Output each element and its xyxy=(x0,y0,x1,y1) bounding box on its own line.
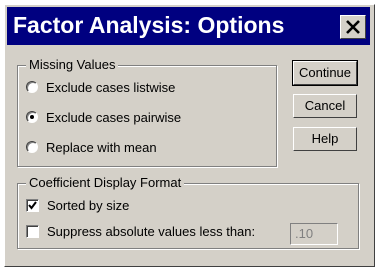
radio-exclude-pairwise[interactable]: Exclude cases pairwise xyxy=(26,108,181,126)
coefficient-format-legend: Coefficient Display Format xyxy=(26,176,185,190)
options-dialog: Factor Analysis: Options Missing Values … xyxy=(4,4,375,267)
radio-exclude-pairwise-label: Exclude cases pairwise xyxy=(46,109,182,125)
help-button[interactable]: Help xyxy=(293,127,357,151)
title-bar[interactable]: Factor Analysis: Options xyxy=(7,7,370,45)
sorted-by-size-label: Sorted by size xyxy=(47,197,130,213)
continue-button[interactable]: Continue xyxy=(292,60,358,86)
radio-replace-mean[interactable]: Replace with mean xyxy=(26,138,157,156)
checkbox-unchecked-icon[interactable] xyxy=(26,224,39,238)
checkbox-suppress-values[interactable]: Suppress absolute values less than: xyxy=(26,222,255,240)
radio-unselected-icon[interactable] xyxy=(26,81,38,93)
missing-values-legend: Missing Values xyxy=(26,58,119,72)
radio-selected-icon[interactable] xyxy=(26,111,38,123)
close-button[interactable] xyxy=(340,15,366,39)
suppress-threshold-field[interactable]: .10 xyxy=(290,223,338,245)
radio-unselected-icon[interactable] xyxy=(26,141,38,153)
close-icon xyxy=(346,20,360,34)
missing-values-group: Missing Values Exclude cases listwise Ex… xyxy=(17,58,277,167)
suppress-values-label: Suppress absolute values less than: xyxy=(47,223,256,239)
checkbox-checked-icon[interactable] xyxy=(26,198,39,212)
cancel-button[interactable]: Cancel xyxy=(293,94,357,118)
radio-exclude-listwise-label: Exclude cases listwise xyxy=(46,79,176,95)
dialog-title: Factor Analysis: Options xyxy=(13,12,285,38)
checkbox-sorted-by-size[interactable]: Sorted by size xyxy=(26,196,129,214)
radio-replace-mean-label: Replace with mean xyxy=(46,139,157,155)
radio-exclude-listwise[interactable]: Exclude cases listwise xyxy=(26,78,175,96)
